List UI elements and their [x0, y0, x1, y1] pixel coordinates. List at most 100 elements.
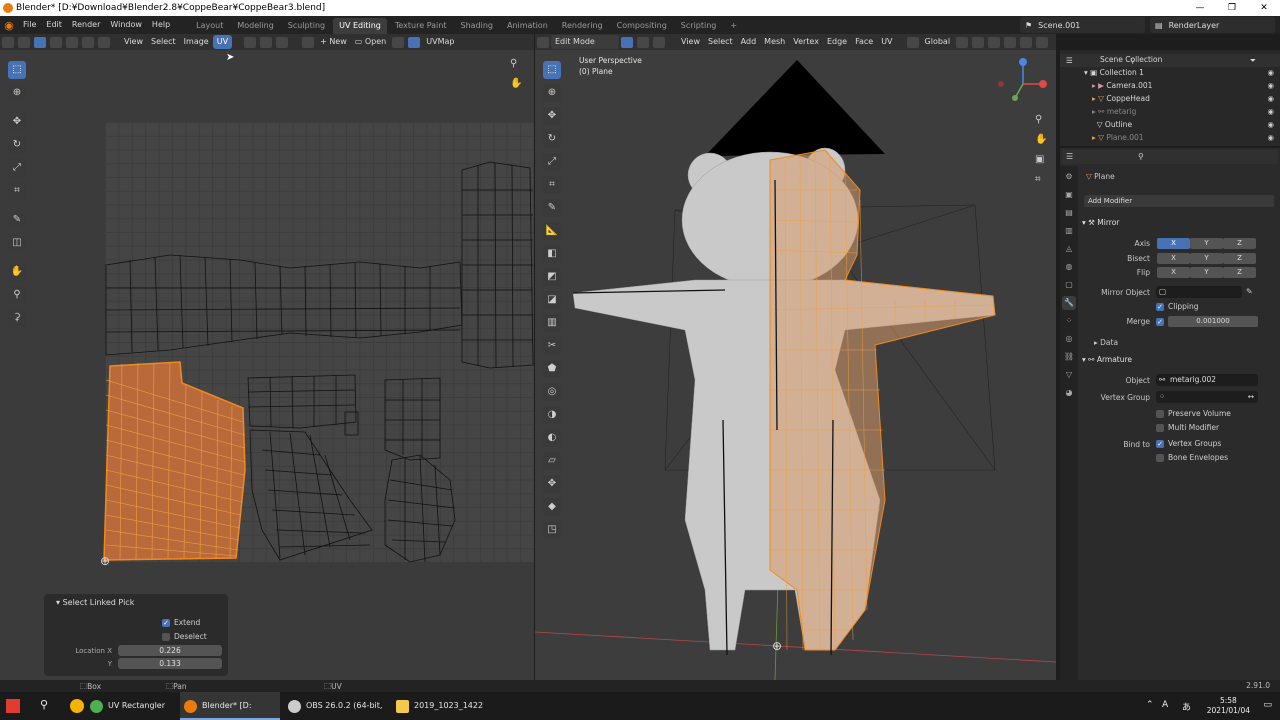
vp-measure-tool-icon[interactable]: 📐	[543, 221, 561, 240]
vp-menu-view[interactable]: View	[677, 35, 704, 49]
visibility-eye-icon[interactable]: ◉	[1267, 118, 1274, 131]
vp-transform-tool-icon[interactable]: ⌗	[543, 175, 561, 194]
tab-shading[interactable]: Shading	[454, 18, 499, 34]
add-modifier-button[interactable]: Add Modifier	[1084, 195, 1274, 207]
3d-viewport[interactable]: User Perspective (0) Plane ⊕ ⚲ ✋ ▣ ⌗ ⬚ ⊕…	[535, 50, 1056, 680]
rip-tool-icon[interactable]: ◫	[8, 233, 26, 252]
visibility-eye-icon[interactable]: ◉	[1267, 92, 1274, 105]
camera-view-icon[interactable]: ▣	[1035, 154, 1044, 165]
pan-icon[interactable]: ✋	[510, 78, 522, 89]
vp-menu-mesh[interactable]: Mesh	[760, 35, 789, 49]
bone-envelopes-checkbox[interactable]: Bone Envelopes	[1156, 453, 1228, 462]
rip-region-tool-icon[interactable]: ◆	[543, 497, 561, 516]
data-tab-icon[interactable]: ▽	[1062, 368, 1076, 382]
tab-animation[interactable]: Animation	[501, 18, 554, 34]
scene-tab-icon[interactable]: ◬	[1062, 242, 1076, 256]
axis-z-button[interactable]: Z	[1223, 238, 1256, 249]
navigation-gizmo[interactable]	[993, 54, 1053, 114]
clipping-checkbox[interactable]: ✓ Clipping	[1156, 302, 1199, 311]
image-browse-icon[interactable]	[302, 36, 315, 48]
vertex-group-field[interactable]: ⁘ ↔	[1156, 391, 1258, 403]
output-tab-icon[interactable]: ▤	[1062, 206, 1076, 220]
outliner-item-plane[interactable]: ▸ ▽ Plane.001 ◉	[1060, 131, 1280, 144]
particles-tab-icon[interactable]: ⁘	[1062, 314, 1076, 328]
data-subpanel[interactable]: ▸ Data	[1094, 338, 1118, 347]
menu-window[interactable]: Window	[105, 16, 147, 34]
face-mode-icon[interactable]	[653, 36, 665, 48]
new-image-button[interactable]: + New	[316, 35, 351, 49]
cursor-tool-icon[interactable]: ⊕	[8, 83, 26, 102]
pinch-tool-icon[interactable]: ⚳	[8, 308, 26, 327]
vertex-mode-icon[interactable]	[621, 36, 633, 48]
tab-compositing[interactable]: Compositing	[611, 18, 673, 34]
bisect-y-button[interactable]: Y	[1190, 253, 1223, 264]
tab-sculpting[interactable]: Sculpting	[282, 18, 331, 34]
face-select-icon[interactable]	[66, 36, 78, 48]
extrude-tool-icon[interactable]: ◧	[543, 244, 561, 263]
invert-icon[interactable]: ↔	[1248, 391, 1254, 403]
zoom-icon[interactable]: ⚲	[510, 58, 517, 69]
tab-scripting[interactable]: Scripting	[675, 18, 723, 34]
bisect-x-button[interactable]: X	[1157, 253, 1190, 264]
smooth-tool-icon[interactable]: ◑	[543, 405, 561, 424]
merge-check-icon[interactable]: ✓	[1156, 318, 1164, 326]
render-tab-icon[interactable]: ▣	[1062, 188, 1076, 202]
uv-menu-uv[interactable]: UV	[212, 35, 233, 49]
snap-icon[interactable]	[260, 36, 273, 48]
tab-uv-editing[interactable]: UV Editing	[333, 18, 387, 34]
properties-search-icon[interactable]: ⚲	[1138, 152, 1144, 161]
outliner-item-coppehead[interactable]: ▸ ▽ CoppeHead ◉	[1060, 92, 1280, 105]
outliner-item-collection-1[interactable]: ▾ ▣ Collection 1 ◉	[1060, 66, 1280, 79]
move-tool-icon[interactable]: ✥	[8, 112, 26, 131]
vp-menu-select[interactable]: Select	[704, 35, 737, 49]
uv-editor[interactable]: ⊕ ➤ ⬚ ⊕ ✥ ↻ ⤢ ⌗ ✎ ◫ ✋ ⚲ ⚳ ⚲ ✋	[0, 50, 534, 680]
object-tab-icon[interactable]: ▢	[1062, 278, 1076, 292]
multi-modifier-checkbox[interactable]: Multi Modifier	[1156, 423, 1219, 432]
add-workspace-button[interactable]: +	[724, 18, 743, 34]
vp-menu-vertex[interactable]: Vertex	[789, 35, 823, 49]
flip-y-button[interactable]: Y	[1190, 267, 1223, 278]
vp-move-tool-icon[interactable]: ✥	[543, 106, 561, 125]
vertex-select-icon[interactable]	[34, 36, 46, 48]
transform-tool-icon[interactable]: ⌗	[8, 181, 26, 200]
modifier-tab-icon[interactable]: 🔧	[1062, 296, 1076, 310]
vp-menu-uv[interactable]: UV	[877, 35, 896, 49]
taskbar-browser-icon[interactable]	[70, 699, 84, 713]
tool-tab-icon[interactable]: ⚙	[1062, 170, 1076, 184]
edge-select-icon[interactable]	[50, 36, 62, 48]
shear-tool-icon[interactable]: ▱	[543, 451, 561, 470]
menu-file[interactable]: File	[18, 16, 41, 34]
rotate-tool-icon[interactable]: ↻	[8, 135, 26, 154]
tab-layout[interactable]: Layout	[190, 18, 229, 34]
location-x-field[interactable]: 0.226	[118, 645, 222, 656]
scene-selector[interactable]: ⚑ Scene.001	[1020, 17, 1145, 33]
tab-modeling[interactable]: Modeling	[231, 18, 279, 34]
ime-mode-icon[interactable]: あ	[1182, 700, 1191, 713]
close-button[interactable]: ✕	[1248, 3, 1280, 13]
mirror-modifier-header[interactable]: ▾ ⚒ Mirror	[1082, 216, 1274, 230]
world-tab-icon[interactable]: ◍	[1062, 260, 1076, 274]
vertex-groups-checkbox[interactable]: ✓ Vertex Groups	[1156, 439, 1221, 448]
taskbar-item-blender[interactable]: Blender* [D:¥Downl...	[180, 692, 280, 720]
overlay-icon[interactable]	[408, 36, 421, 48]
vp-menu-edge[interactable]: Edge	[823, 35, 851, 49]
physics-tab-icon[interactable]: ◎	[1062, 332, 1076, 346]
mirror-object-field[interactable]: ▢	[1156, 286, 1242, 298]
bevel-tool-icon[interactable]: ◪	[543, 290, 561, 309]
maximize-button[interactable]: ❐	[1216, 3, 1248, 13]
perspective-toggle-icon[interactable]: ⌗	[1035, 174, 1041, 185]
sticky-select-icon[interactable]	[98, 36, 110, 48]
vp-select-tool-icon[interactable]: ⬚	[543, 60, 561, 79]
visibility-eye-icon[interactable]: ◉	[1267, 66, 1274, 79]
visibility-eye-icon[interactable]: ◉	[1267, 79, 1274, 92]
preserve-volume-checkbox[interactable]: Preserve Volume	[1156, 409, 1231, 418]
viewport-pan-icon[interactable]: ✋	[1035, 134, 1047, 145]
sync-selection-icon[interactable]	[18, 36, 30, 48]
shrink-fatten-tool-icon[interactable]: ◐	[543, 428, 561, 447]
ime-indicator[interactable]: A	[1162, 700, 1168, 710]
select-box-tool-icon[interactable]: ⬚	[8, 60, 26, 79]
grab-tool-icon[interactable]: ✋	[8, 262, 26, 281]
armature-modifier-header[interactable]: ▾ ⚯ Armature	[1082, 353, 1274, 367]
vp-scale-tool-icon[interactable]: ⤢	[543, 152, 561, 171]
taskbar-item-obs[interactable]: OBS 26.0.2 (64-bit, ...	[284, 692, 384, 720]
